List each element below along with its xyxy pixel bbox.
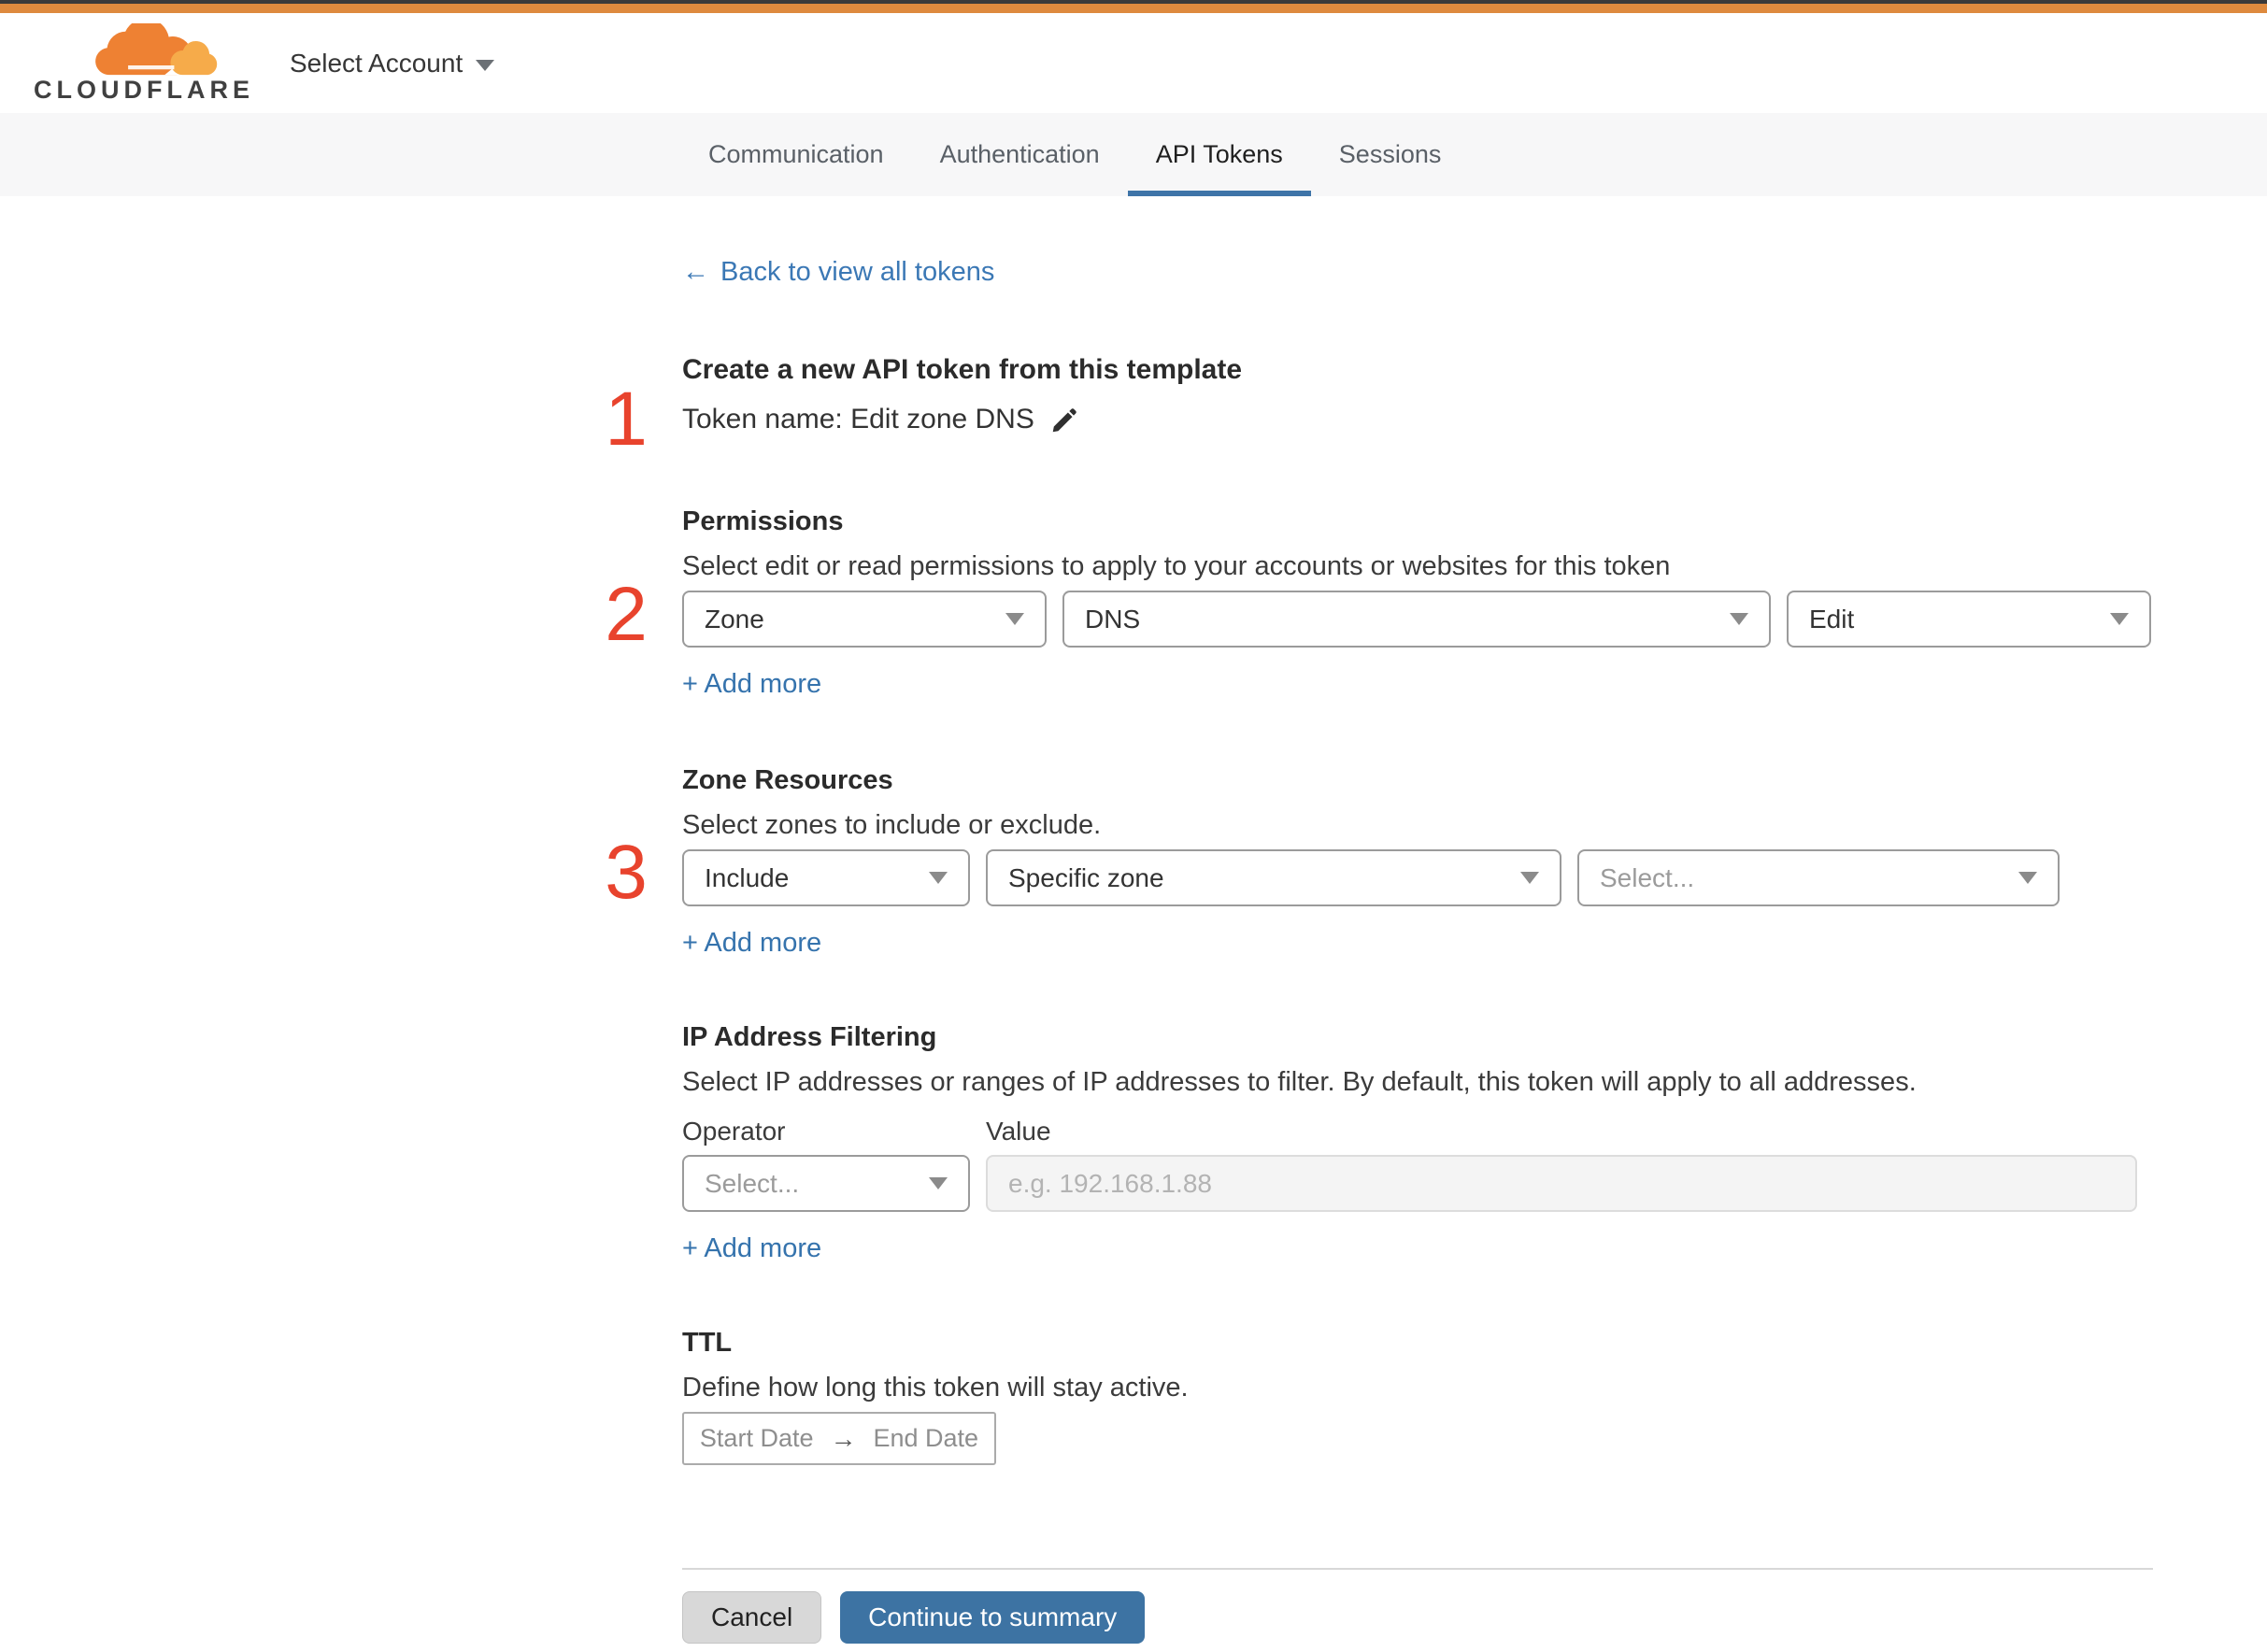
chevron-down-icon: [2110, 613, 2129, 625]
chevron-down-icon: [1520, 872, 1539, 884]
chevron-down-icon: [2018, 872, 2037, 884]
chevron-down-icon: [1005, 613, 1024, 625]
ttl-date-range-picker[interactable]: Start Date → End Date: [682, 1412, 996, 1465]
back-link-label: Back to view all tokens: [720, 257, 995, 287]
value-label: Value: [986, 1117, 1051, 1146]
zone-resources-description: Select zones to include or exclude.: [682, 810, 1102, 840]
back-to-tokens-link[interactable]: ← Back to view all tokens: [682, 256, 994, 288]
token-form: ← Back to view all tokens Create a new A…: [682, 196, 2153, 1644]
ip-value-input[interactable]: [986, 1155, 2137, 1212]
tab-authentication[interactable]: Authentication: [912, 113, 1128, 196]
zone-include-select[interactable]: Include: [682, 849, 970, 906]
cloudflare-cloud-icon: [95, 23, 218, 76]
chevron-down-icon: [476, 59, 495, 71]
start-date-placeholder: Start Date: [699, 1424, 814, 1452]
zone-resources-select-row: Include Specific zone Select...: [682, 849, 2153, 906]
continue-to-summary-button[interactable]: Continue to summary: [840, 1591, 1146, 1644]
permission-level-select[interactable]: Edit: [1787, 591, 2151, 648]
cancel-button[interactable]: Cancel: [682, 1591, 822, 1644]
profile-tabbar: Communication Authentication API Tokens …: [0, 113, 2267, 196]
arrow-right-icon: →: [830, 1423, 857, 1453]
ip-filtering-row: Select...: [682, 1155, 2153, 1212]
step-number-3: 3: [605, 830, 648, 915]
arrow-left-icon: ←: [682, 257, 709, 287]
chevron-down-icon: [929, 1177, 948, 1189]
permissions-select-row: Zone DNS Edit: [682, 591, 2153, 648]
top-orange-strip: [0, 4, 2267, 13]
token-name-row: Token name: Edit zone DNS: [682, 402, 2153, 437]
account-selector[interactable]: Select Account: [290, 48, 495, 78]
chevron-down-icon: [1730, 613, 1748, 625]
permissions-description: Select edit or read permissions to apply…: [682, 551, 1671, 581]
zone-type-select[interactable]: Specific zone: [986, 849, 1561, 906]
chevron-down-icon: [929, 872, 948, 884]
ip-filtering-heading: IP Address Filtering: [682, 1022, 937, 1052]
footer-actions: Cancel Continue to summary: [682, 1591, 2153, 1644]
step-number-2: 2: [605, 572, 648, 657]
operator-label: Operator: [682, 1117, 786, 1146]
ip-filtering-description: Select IP addresses or ranges of IP addr…: [682, 1067, 1917, 1097]
permission-scope-select[interactable]: Zone: [682, 591, 1047, 648]
account-selector-label: Select Account: [290, 48, 463, 78]
tab-communication[interactable]: Communication: [680, 113, 912, 196]
step-number-1: 1: [605, 377, 648, 462]
tab-api-tokens[interactable]: API Tokens: [1127, 113, 1311, 196]
zone-resources-add-more-link[interactable]: + Add more: [682, 927, 821, 959]
cloudflare-wordmark: CLOUDFLARE: [34, 76, 254, 104]
token-name-text: Token name: Edit zone DNS: [682, 404, 1034, 434]
ip-filtering-labels: Operator Value: [682, 1116, 2153, 1147]
page-title: Create a new API token from this templat…: [682, 354, 1243, 385]
ip-operator-select[interactable]: Select...: [682, 1155, 970, 1212]
permissions-add-more-link[interactable]: + Add more: [682, 668, 821, 700]
zone-resources-heading: Zone Resources: [682, 765, 893, 795]
zone-picker-select[interactable]: Select...: [1577, 849, 2060, 906]
ttl-heading: TTL: [682, 1328, 733, 1358]
permission-group-select[interactable]: DNS: [1062, 591, 1771, 648]
ip-filtering-add-more-link[interactable]: + Add more: [682, 1232, 821, 1264]
tab-sessions[interactable]: Sessions: [1311, 113, 1470, 196]
edit-pencil-icon[interactable]: [1049, 406, 1079, 435]
end-date-placeholder: End Date: [873, 1424, 979, 1452]
footer-divider: [682, 1568, 2153, 1570]
ttl-description: Define how long this token will stay act…: [682, 1373, 1189, 1403]
app-header: CLOUDFLARE Select Account: [0, 13, 2267, 113]
permissions-heading: Permissions: [682, 506, 844, 536]
cloudflare-logo[interactable]: CLOUDFLARE: [34, 23, 254, 104]
